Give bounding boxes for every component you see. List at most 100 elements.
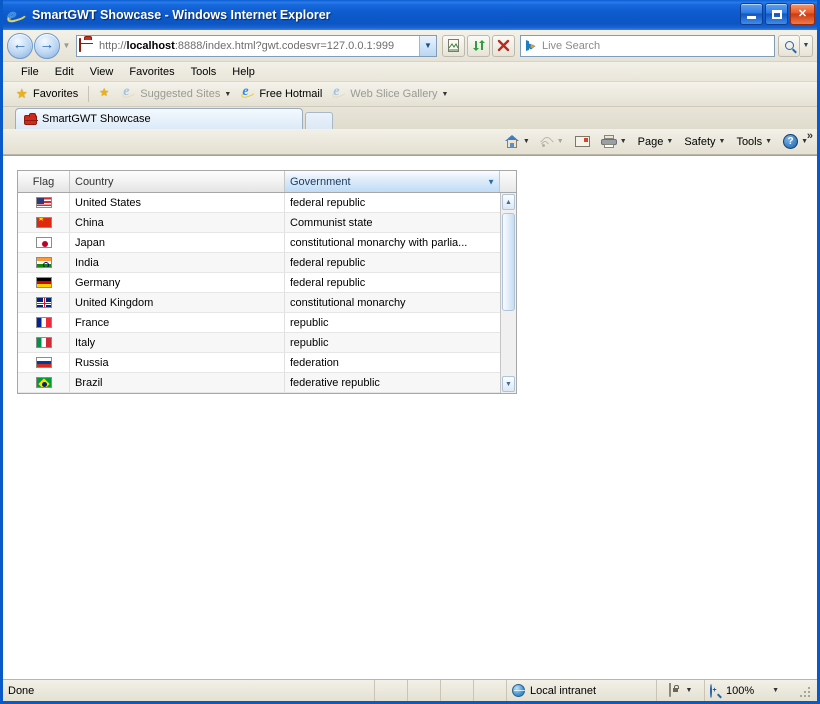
window-title: SmartGWT Showcase - Windows Internet Exp… [32, 8, 331, 22]
briefcase-icon [24, 112, 38, 125]
table-row[interactable]: Germany federal republic [18, 273, 516, 293]
grid-column-header-government[interactable]: Government ▼ [285, 171, 500, 192]
page-menu[interactable]: Page ▼ [633, 133, 679, 151]
grid-cell-country: Italy [70, 333, 285, 352]
address-bar[interactable]: http://localhost:8888/index.html?gwt.cod… [76, 34, 437, 57]
fav-free-hotmail-label: Free Hotmail [259, 88, 323, 100]
scrollbar-track[interactable] [501, 211, 516, 375]
zoom-control[interactable]: + 100% ▼ [705, 680, 817, 701]
search-options-dropdown-icon[interactable]: ▼ [800, 34, 813, 57]
page-menu-label: Page [637, 135, 664, 148]
internet-explorer-icon: e [6, 3, 28, 27]
grid-cell-government: federative republic [290, 376, 380, 389]
table-row[interactable]: France republic [18, 313, 516, 333]
flag-china [35, 217, 52, 228]
chevron-down-icon: ▼ [765, 138, 773, 145]
grid-cell-flag [18, 233, 70, 252]
menu-favorites[interactable]: Favorites [121, 64, 182, 80]
table-row[interactable]: Italy republic [18, 333, 516, 353]
menu-help[interactable]: Help [224, 64, 263, 80]
grid-cell-flag [18, 333, 70, 352]
search-button[interactable] [778, 34, 800, 57]
status-segment-3 [441, 680, 474, 701]
stop-x-icon [497, 39, 510, 52]
favorites-button[interactable]: Favorites [11, 86, 83, 102]
forward-button[interactable]: → [34, 32, 60, 59]
new-tab-button[interactable] [305, 112, 333, 129]
grid-column-header-flag[interactable]: Flag [18, 171, 70, 192]
stop-button[interactable] [492, 34, 515, 57]
flag-brazil [35, 377, 52, 388]
security-zone[interactable]: Local intranet [507, 680, 657, 701]
compatibility-view-button[interactable] [442, 34, 465, 57]
menu-edit[interactable]: Edit [47, 64, 82, 80]
scroll-up-button[interactable]: ▲ [502, 194, 515, 210]
grid-cell-government: constitutional monarchy with parlia... [290, 236, 468, 249]
read-mail-button[interactable] [570, 133, 595, 150]
grid-column-header-government-label: Government [290, 175, 351, 188]
status-text: Done [3, 680, 375, 701]
table-row[interactable]: Russia federation [18, 353, 516, 373]
grid-cell-flag [18, 213, 70, 232]
help-icon: ? [783, 134, 799, 149]
scroll-down-button[interactable]: ▼ [502, 376, 515, 392]
table-row[interactable]: China Communist state [18, 213, 516, 233]
search-input[interactable]: Live Search [520, 34, 775, 57]
home-icon [504, 135, 520, 148]
table-row[interactable]: United Kingdom constitutional monarchy [18, 293, 516, 313]
table-row[interactable]: Brazil federative republic [18, 373, 516, 393]
address-dropdown-icon[interactable]: ▼ [419, 35, 436, 56]
bing-icon [524, 39, 538, 53]
navigation-toolbar: ← → ▼ http://localhost:8888/index.html?g… [3, 30, 817, 62]
flag-japan [35, 237, 52, 248]
window-controls: ✕ [740, 3, 815, 25]
grid-column-header-country[interactable]: Country [70, 171, 285, 192]
back-button[interactable]: ← [7, 32, 33, 59]
grid-cell-flag [18, 193, 70, 212]
tab-smartgwt-showcase[interactable]: SmartGWT Showcase [15, 108, 303, 129]
table-row[interactable]: United States federal republic [18, 193, 516, 213]
table-row[interactable]: Japan constitutional monarchy with parli… [18, 233, 516, 253]
page-content: Flag Country Government ▼ United States [3, 155, 817, 679]
safety-menu[interactable]: Safety ▼ [679, 133, 730, 151]
grid-cell-government: constitutional monarchy [290, 296, 406, 309]
close-button[interactable]: ✕ [790, 3, 815, 25]
maximize-button[interactable] [765, 3, 788, 25]
feeds-button[interactable]: ▼ [536, 132, 569, 151]
recent-pages-dropdown-icon[interactable]: ▼ [60, 33, 73, 59]
protected-mode-indicator[interactable]: ▼ [657, 680, 705, 701]
add-to-favorites-bar-button[interactable] [94, 88, 117, 99]
home-button[interactable]: ▼ [500, 132, 535, 151]
zoom-icon: + [710, 683, 722, 699]
broken-page-icon [448, 39, 459, 52]
chevron-down-icon[interactable]: ▼ [772, 687, 779, 694]
resize-grip[interactable] [798, 685, 810, 697]
fav-suggested-sites[interactable]: e Suggested Sites ▼ [117, 84, 236, 103]
tools-menu[interactable]: Tools ▼ [731, 133, 777, 151]
grid-cell-government: federal republic [290, 256, 366, 269]
grid-cell-government: Communist state [290, 216, 373, 229]
menu-file[interactable]: File [13, 64, 47, 80]
print-button[interactable]: ▼ [596, 132, 632, 151]
tab-label: SmartGWT Showcase [42, 113, 151, 125]
flag-germany [35, 277, 52, 288]
command-bar-overflow-button[interactable]: » [807, 130, 813, 142]
status-segment-1 [375, 680, 408, 701]
menu-view[interactable]: View [82, 64, 122, 80]
refresh-button[interactable] [467, 34, 490, 57]
refresh-icon [472, 40, 485, 51]
fav-web-slice-gallery[interactable]: e Web Slice Gallery ▼ [327, 84, 453, 103]
scrollbar-thumb[interactable] [502, 213, 515, 312]
column-menu-chevron-down-icon[interactable]: ▼ [487, 177, 495, 186]
grid-cell-country: United States [70, 193, 285, 212]
flag-india [35, 257, 52, 268]
chevron-down-icon[interactable]: ▼ [686, 687, 693, 694]
fav-free-hotmail[interactable]: e Free Hotmail [236, 84, 327, 103]
minimize-button[interactable] [740, 3, 763, 25]
rss-icon [539, 134, 554, 150]
table-row[interactable]: India federal republic [18, 253, 516, 273]
grid-cell-country: Japan [70, 233, 285, 252]
grid-cell-flag [18, 313, 70, 332]
grid-vertical-scrollbar[interactable]: ▲ ▼ [500, 193, 516, 393]
menu-tools[interactable]: Tools [183, 64, 225, 80]
